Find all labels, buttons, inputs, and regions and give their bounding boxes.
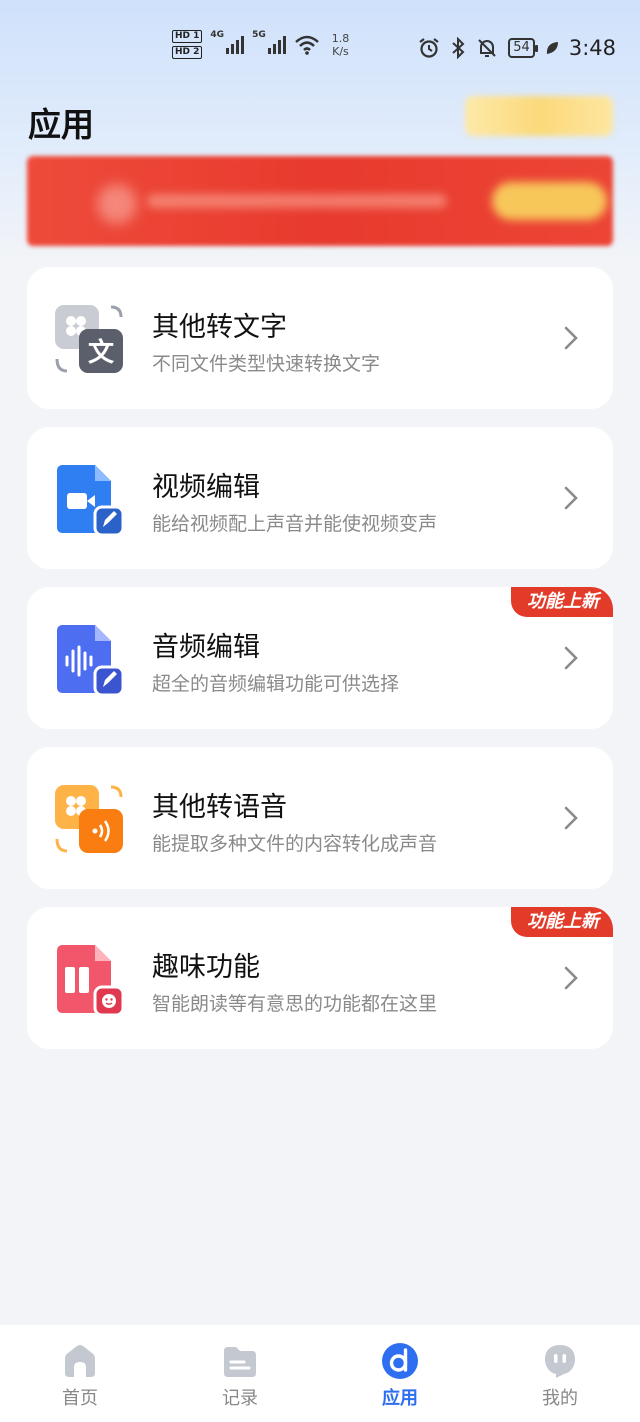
audio-edit-icon <box>57 625 125 697</box>
card-audio-edit[interactable]: 功能上新 音频编辑 超全的音频编辑功能可供选择 <box>27 587 613 729</box>
svg-text:文: 文 <box>88 337 115 368</box>
new-feature-badge: 功能上新 <box>511 587 613 617</box>
tab-label: 首页 <box>62 1388 98 1409</box>
video-edit-icon <box>57 465 125 537</box>
card-subtitle: 不同文件类型快速转换文字 <box>152 353 381 375</box>
home-icon <box>65 1345 95 1377</box>
status-right: 54 3:48 <box>418 36 616 60</box>
tab-home[interactable]: 首页 <box>0 1325 160 1422</box>
speed-value: 1.8 <box>331 31 350 45</box>
hd1-indicator: HD 1 <box>172 30 203 43</box>
hd-indicators: HD 1 HD 2 <box>172 30 203 59</box>
card-subtitle: 智能朗读等有意思的功能都在这里 <box>152 993 438 1015</box>
folder-icon <box>224 1347 256 1377</box>
vip-chip[interactable] <box>465 96 613 136</box>
chevron-right-icon <box>564 486 578 510</box>
network-5g-label: 5G <box>252 30 266 40</box>
tab-records[interactable]: 记录 <box>160 1325 320 1422</box>
tab-label: 记录 <box>222 1388 258 1409</box>
card-title: 其他转语音 <box>152 792 287 823</box>
wifi-icon <box>294 35 319 55</box>
status-left: HD 1 HD 2 4G 5G 1.8 K/s <box>172 30 349 59</box>
signal-1-icon <box>226 35 245 54</box>
card-title: 其他转文字 <box>152 312 287 343</box>
card-title: 趣味功能 <box>152 952 260 983</box>
page-title: 应用 <box>28 105 94 144</box>
apps-icon <box>382 1343 418 1379</box>
speech-convert-icon <box>55 785 123 853</box>
bottom-tab-bar: 首页 记录 应用 我的 <box>0 1325 640 1422</box>
card-speech-convert[interactable]: 其他转语音 能提取多种文件的内容转化成声音 <box>27 747 613 889</box>
card-subtitle: 能给视频配上声音并能使视频变声 <box>152 513 438 535</box>
chevron-right-icon <box>564 806 578 830</box>
chevron-right-icon <box>564 326 578 350</box>
network-speed: 1.8 K/s <box>332 32 350 58</box>
leaf-icon <box>546 42 558 54</box>
clock: 3:48 <box>568 36 616 60</box>
fun-feature-icon <box>57 945 125 1017</box>
tab-label: 我的 <box>542 1388 578 1409</box>
mute-bell-icon <box>478 39 496 57</box>
tab-profile[interactable]: 我的 <box>480 1325 640 1422</box>
new-feature-badge: 功能上新 <box>511 907 613 937</box>
bluetooth-icon <box>452 37 465 59</box>
tab-label: 应用 <box>382 1388 418 1409</box>
card-video-edit[interactable]: 视频编辑 能给视频配上声音并能使视频变声 <box>27 427 613 569</box>
alarm-icon <box>419 38 439 58</box>
tab-apps[interactable]: 应用 <box>320 1325 480 1422</box>
card-text-convert[interactable]: 文 其他转文字 不同文件类型快速转换文字 <box>27 267 613 409</box>
hd2-indicator: HD 2 <box>172 46 203 59</box>
promo-banner[interactable] <box>27 156 613 246</box>
card-title: 音频编辑 <box>152 632 260 663</box>
card-title: 视频编辑 <box>152 472 260 503</box>
chevron-right-icon <box>564 646 578 670</box>
status-bar: HD 1 HD 2 4G 5G 1.8 K/s 54 3:48 <box>0 0 640 90</box>
network-4g-label: 4G <box>210 30 225 40</box>
speed-unit: K/s <box>332 44 349 58</box>
profile-icon <box>545 1345 575 1378</box>
text-convert-icon: 文 <box>55 305 123 373</box>
card-fun-feature[interactable]: 功能上新 趣味功能 智能朗读等有意思的功能都在这里 <box>27 907 613 1049</box>
card-subtitle: 超全的音频编辑功能可供选择 <box>152 673 400 695</box>
card-subtitle: 能提取多种文件的内容转化成声音 <box>152 833 438 855</box>
chevron-right-icon <box>564 966 578 990</box>
signal-2-icon <box>267 35 286 54</box>
battery-indicator: 54 <box>508 38 538 58</box>
